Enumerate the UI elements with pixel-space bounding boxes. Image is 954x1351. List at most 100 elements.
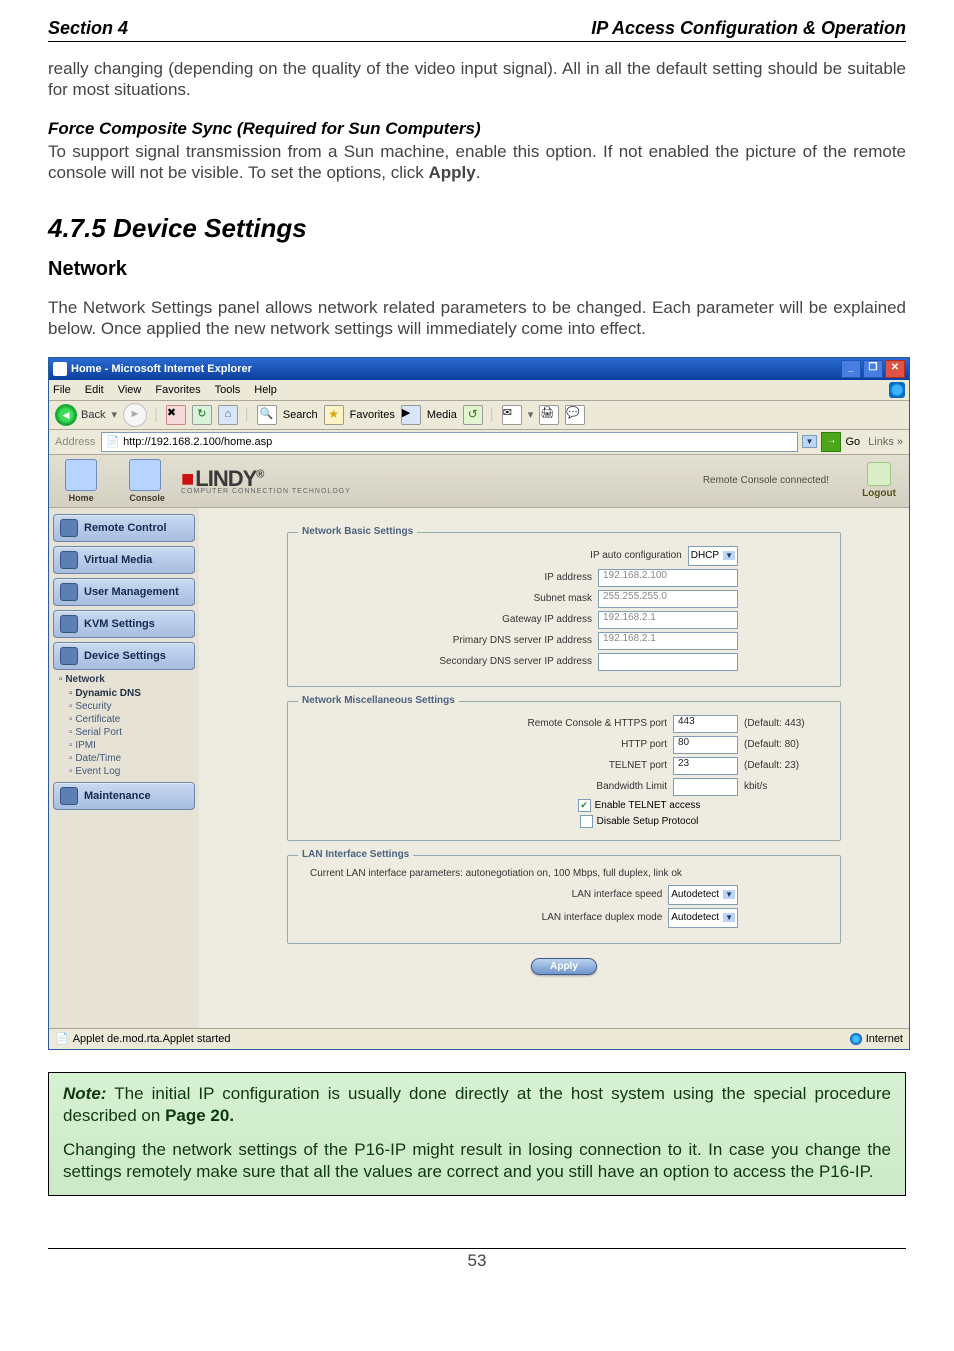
apply-button[interactable]: Apply bbox=[531, 958, 597, 975]
tree-network[interactable]: ▫ Network bbox=[59, 674, 195, 685]
maximize-button[interactable]: ❐ bbox=[863, 360, 883, 378]
body-para-1: really changing (depending on the qualit… bbox=[48, 58, 906, 101]
home-icon bbox=[65, 459, 97, 491]
media-icon[interactable]: ▶ bbox=[401, 405, 421, 425]
bw-label: Bandwidth Limit bbox=[596, 781, 667, 792]
note-box: Note: The initial IP configuration is us… bbox=[48, 1072, 906, 1196]
stop-icon[interactable]: ✖ bbox=[166, 405, 186, 425]
dns1-label: Primary DNS server IP address bbox=[453, 635, 592, 646]
minimize-button[interactable]: _ bbox=[841, 360, 861, 378]
lan-duplex-select[interactable]: Autodetect▼ bbox=[668, 908, 738, 928]
tree-security[interactable]: ▫ Security bbox=[59, 700, 195, 713]
console-nav[interactable]: Console bbox=[129, 459, 165, 503]
history-icon[interactable]: ↺ bbox=[463, 405, 483, 425]
virtual-media-icon bbox=[60, 551, 78, 569]
disable-setup-checkbox[interactable] bbox=[580, 815, 593, 828]
chevron-down-icon: ▼ bbox=[723, 913, 735, 922]
tree-date-time[interactable]: ▫ Date/Time bbox=[59, 752, 195, 765]
device-settings-icon bbox=[60, 647, 78, 665]
ie-window: Home - Microsoft Internet Explorer _ ❐ ✕… bbox=[48, 357, 910, 1050]
nav-device-settings[interactable]: Device Settings bbox=[53, 642, 195, 670]
note-line1b: Page 20. bbox=[165, 1106, 234, 1125]
home-icon[interactable]: ⌂ bbox=[218, 405, 238, 425]
address-url: http://192.168.2.100/home.asp bbox=[123, 436, 272, 448]
dns1-input[interactable]: 192.168.2.1 bbox=[598, 632, 738, 650]
maintenance-icon bbox=[60, 787, 78, 805]
user-mgmt-icon bbox=[60, 583, 78, 601]
lan-speed-select[interactable]: Autodetect▼ bbox=[668, 885, 738, 905]
ie-page-icon bbox=[53, 362, 67, 376]
ipaddr-label: IP address bbox=[544, 572, 592, 583]
nav-maintenance-label: Maintenance bbox=[84, 790, 151, 802]
go-button[interactable]: → bbox=[821, 432, 841, 452]
basic-legend: Network Basic Settings bbox=[298, 526, 417, 537]
enable-telnet-label: Enable TELNET access bbox=[595, 800, 701, 811]
tree-dynamic-dns[interactable]: ▫ Dynamic DNS bbox=[59, 687, 195, 700]
menu-tools[interactable]: Tools bbox=[215, 384, 241, 396]
favorites-icon[interactable]: ★ bbox=[324, 405, 344, 425]
gateway-label: Gateway IP address bbox=[502, 614, 592, 625]
refresh-icon[interactable]: ↻ bbox=[192, 405, 212, 425]
zone-label: Internet bbox=[866, 1033, 903, 1045]
nav-maintenance[interactable]: Maintenance bbox=[53, 782, 195, 810]
header-section: Section 4 bbox=[48, 18, 128, 39]
close-button[interactable]: ✕ bbox=[885, 360, 905, 378]
rchttps-input[interactable]: 443 bbox=[673, 715, 738, 733]
chevron-down-icon: ▼ bbox=[723, 551, 735, 560]
tree-ipmi[interactable]: ▫ IPMI bbox=[59, 739, 195, 752]
subnet-input[interactable]: 255.255.255.0 bbox=[598, 590, 738, 608]
ipaddr-input[interactable]: 192.168.2.100 bbox=[598, 569, 738, 587]
note-label: Note: bbox=[63, 1084, 106, 1103]
tree-serial-port[interactable]: ▫ Serial Port bbox=[59, 726, 195, 739]
mail-icon[interactable]: ✉ bbox=[502, 405, 522, 425]
telnet-input[interactable]: 23 bbox=[673, 757, 738, 775]
gateway-input[interactable]: 192.168.2.1 bbox=[598, 611, 738, 629]
menu-edit[interactable]: Edit bbox=[85, 384, 104, 396]
back-label: Back bbox=[81, 409, 105, 421]
forward-button[interactable]: ► bbox=[123, 403, 147, 427]
nav-remote-control[interactable]: Remote Control bbox=[53, 514, 195, 542]
console-label: Console bbox=[129, 493, 165, 503]
enable-telnet-checkbox[interactable]: ✔ bbox=[578, 799, 591, 812]
nav-kvm-settings[interactable]: KVM Settings bbox=[53, 610, 195, 638]
logout-button[interactable]: Logout bbox=[849, 462, 909, 499]
bw-input[interactable] bbox=[673, 778, 738, 796]
app-banner: Home Console ■LINDY® COMPUTER CONNECTION… bbox=[49, 455, 909, 508]
nav-user-management[interactable]: User Management bbox=[53, 578, 195, 606]
back-button[interactable]: ◄ bbox=[55, 404, 77, 426]
internet-icon bbox=[850, 1033, 862, 1045]
go-label: Go bbox=[845, 436, 860, 448]
search-icon[interactable]: 🔍 bbox=[257, 405, 277, 425]
nav-virtual-media[interactable]: Virtual Media bbox=[53, 546, 195, 574]
dns2-input[interactable] bbox=[598, 653, 738, 671]
menu-help[interactable]: Help bbox=[254, 384, 277, 396]
search-label: Search bbox=[283, 409, 318, 421]
subheading-force-composite: Force Composite Sync (Required for Sun C… bbox=[48, 119, 906, 139]
tree-certificate[interactable]: ▫ Certificate bbox=[59, 713, 195, 726]
tree-event-log[interactable]: ▫ Event Log bbox=[59, 765, 195, 778]
menu-view[interactable]: View bbox=[118, 384, 142, 396]
nav-user-management-label: User Management bbox=[84, 586, 179, 598]
telnet-label: TELNET port bbox=[609, 760, 667, 771]
applet-icon: 📄 bbox=[55, 1032, 69, 1045]
page-number: 53 bbox=[48, 1248, 906, 1271]
apply-word: Apply bbox=[429, 163, 476, 182]
lan-status-note: Current LAN interface parameters: autone… bbox=[310, 868, 824, 879]
menu-file[interactable]: File bbox=[53, 384, 71, 396]
address-input[interactable]: 📄http://192.168.2.100/home.asp bbox=[101, 432, 797, 452]
home-nav[interactable]: Home bbox=[65, 459, 97, 503]
print-icon[interactable]: 🖨 bbox=[539, 405, 559, 425]
settings-pane: Network Basic Settings IP auto configura… bbox=[199, 508, 909, 1028]
network-heading: Network bbox=[48, 258, 906, 281]
misc-settings-group: Network Miscellaneous Settings Remote Co… bbox=[287, 701, 841, 841]
http-input[interactable]: 80 bbox=[673, 736, 738, 754]
ipauto-select[interactable]: DHCP▼ bbox=[688, 546, 738, 566]
menu-favorites[interactable]: Favorites bbox=[155, 384, 200, 396]
window-title: Home - Microsoft Internet Explorer bbox=[71, 363, 252, 375]
discuss-icon[interactable]: 💬 bbox=[565, 405, 585, 425]
links-label[interactable]: Links » bbox=[868, 436, 903, 448]
media-label: Media bbox=[427, 409, 457, 421]
lan-settings-group: LAN Interface Settings Current LAN inter… bbox=[287, 855, 841, 944]
address-dropdown-icon[interactable]: ▼ bbox=[802, 435, 818, 448]
subnet-label: Subnet mask bbox=[534, 593, 592, 604]
